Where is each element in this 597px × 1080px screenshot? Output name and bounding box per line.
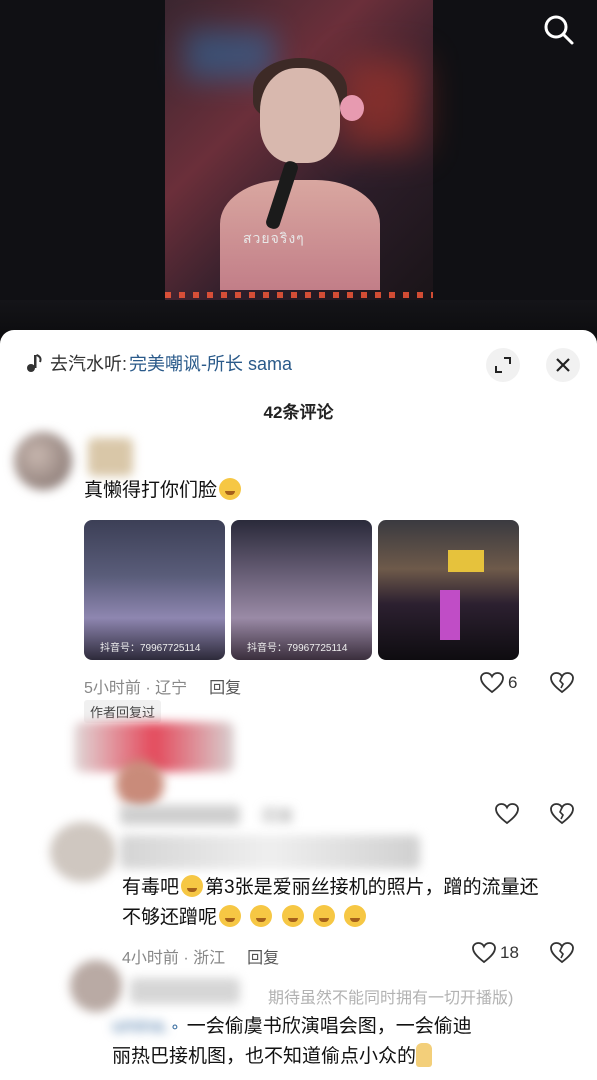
comment-image-2[interactable]: 抖音号：79967725114 (231, 520, 372, 660)
music-prefix: 去汽水听: (50, 354, 128, 374)
broken-heart-icon (550, 672, 574, 694)
grin-emoji-icon (250, 905, 273, 927)
avatar[interactable] (14, 432, 72, 490)
heart-icon (480, 672, 504, 694)
grin-emoji-icon (312, 905, 335, 927)
search-icon (544, 15, 574, 45)
dislike-button[interactable] (550, 672, 574, 699)
music-title-link[interactable]: 完美嘲讽-所长 sama (129, 350, 292, 376)
author-replied-badge: 作者回复过 (84, 700, 162, 723)
comment-meta: 4小时前 · 浙江 回复 (122, 950, 280, 967)
like-button[interactable]: 18 (472, 942, 519, 964)
hand-emoji-icon (416, 1043, 433, 1067)
grin-emoji-icon (181, 875, 204, 897)
image-watermark: 抖音号：79967725114 (100, 643, 201, 654)
blurred-text (120, 805, 240, 825)
comment-text: umina.⚬ 一会偷虞书欣演唱会图，一会偷迪 丽热巴接机图，也不知道偷点小众的 (112, 1012, 472, 1072)
reply-button[interactable]: 回复 (247, 950, 279, 967)
music-note-icon (27, 354, 42, 372)
avatar[interactable] (70, 960, 122, 1012)
dislike-button[interactable] (550, 803, 574, 830)
image-carpet (440, 590, 460, 640)
comment-meta: 5小时前 · 辽宁 回复 (84, 680, 242, 697)
comment-count: 42条评论 (263, 403, 334, 422)
comment-name-fragment: umina. (112, 1016, 170, 1037)
grin-emoji-icon (281, 905, 304, 927)
link-icon: ⚬ (169, 1019, 181, 1035)
blurred-username[interactable] (120, 835, 420, 869)
stage-lights (165, 292, 433, 298)
heart-icon (472, 942, 496, 964)
comment-image-1[interactable]: 抖音号：79967725114 (84, 520, 225, 660)
search-button[interactable] (542, 13, 576, 47)
reply-button[interactable]: 回复 (262, 802, 294, 826)
avatar[interactable] (50, 822, 116, 882)
dislike-button[interactable] (550, 942, 574, 969)
heart-icon (495, 803, 519, 825)
username-blurred[interactable] (88, 438, 133, 476)
comment-text: 真懒得打你们脸 (84, 476, 243, 506)
image-watermark: 抖音号：79967725114 (247, 643, 348, 654)
blurred-username[interactable] (130, 978, 240, 1004)
comment-header-text: 期待虽然不能同时拥有一切开播版) (268, 990, 514, 1007)
like-button[interactable] (495, 803, 523, 825)
close-icon (556, 358, 570, 372)
comment-image-3[interactable] (378, 520, 519, 660)
avatar[interactable] (116, 760, 164, 808)
expand-icon (495, 357, 511, 373)
close-button[interactable] (546, 348, 580, 382)
reply-button[interactable]: 回复 (209, 680, 241, 697)
music-link-row[interactable]: 去汽水听: 完美嘲讽-所长 sama (24, 350, 292, 376)
like-button[interactable]: 6 (480, 672, 517, 694)
comments-sheet: 去汽水听: 完美嘲讽-所长 sama 42条评论 真懒得打你们脸 抖音号：799… (0, 330, 597, 1080)
grin-emoji-icon (219, 905, 242, 927)
video-player[interactable]: สวยจริงๆ (0, 0, 597, 340)
hair-flower (340, 95, 364, 121)
comment-text: 有毒吧 第3张是爱丽丝接机的照片，蹭的流量还 不够还蹭呢 (122, 875, 539, 928)
broken-heart-icon (550, 803, 574, 825)
video-lyric-text: สวยจริงๆ (243, 230, 305, 246)
grin-emoji-icon (344, 905, 367, 927)
broken-heart-icon (550, 942, 574, 964)
expand-button[interactable] (486, 348, 520, 382)
stage-screen: สวยจริงๆ (165, 0, 433, 300)
thinking-emoji-icon (219, 478, 242, 500)
image-sign (448, 550, 484, 572)
